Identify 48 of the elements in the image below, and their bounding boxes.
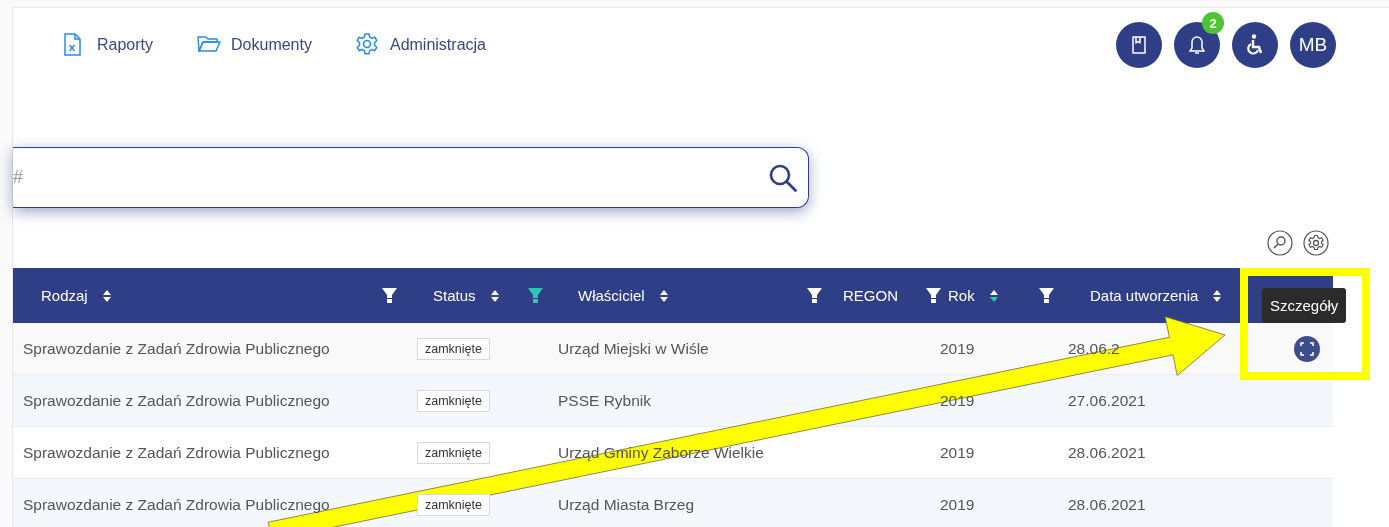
table-cell: Urząd Gminy Zaborze Wielkie xyxy=(558,443,764,462)
table-cell: 28.06.2 xyxy=(1068,339,1120,358)
table-cell: Sprawozdanie z Zadań Zdrowia Publicznego xyxy=(23,339,330,358)
nav-link[interactable]: Raporty xyxy=(97,36,154,54)
status-tag: zamknięte xyxy=(417,441,490,464)
table-cell: 28.06.2021 xyxy=(1068,443,1146,462)
column-header[interactable]: Rok xyxy=(948,287,975,304)
nav-link[interactable]: Administracja xyxy=(389,36,486,54)
nav-link[interactable]: Dokumenty xyxy=(231,36,312,54)
status-tag: zamknięte xyxy=(417,389,490,412)
book-icon xyxy=(1132,36,1146,54)
column-header[interactable]: Właściciel xyxy=(578,287,645,304)
bell-icon xyxy=(1189,35,1205,55)
column-header[interactable]: REGON xyxy=(843,287,898,304)
status-tag: zamknięte xyxy=(417,337,490,360)
filter-icon[interactable] xyxy=(926,287,941,304)
column-header[interactable]: Rodzaj xyxy=(41,287,88,304)
table-cell: 27.06.2021 xyxy=(1068,391,1146,410)
wheelchair-icon xyxy=(1246,34,1264,56)
table-cell: 2019 xyxy=(940,339,975,358)
table-cell: 2019 xyxy=(940,495,975,514)
expand-icon[interactable] xyxy=(1292,334,1321,363)
accessibility-button[interactable] xyxy=(1232,22,1278,68)
column-header[interactable]: Status xyxy=(433,287,476,304)
settings-icon[interactable] xyxy=(1303,230,1329,256)
search-field[interactable]: # xyxy=(13,147,809,208)
tooltip: Szczegóły xyxy=(1262,288,1347,323)
table-cell: PSSE Rybnik xyxy=(558,391,652,410)
book-button[interactable] xyxy=(1116,22,1162,68)
search-input[interactable]: # xyxy=(13,166,768,189)
filter-icon[interactable] xyxy=(807,287,822,304)
table-cell: Sprawozdanie z Zadań Zdrowia Publicznego xyxy=(23,443,330,462)
zoom-icon[interactable] xyxy=(1267,230,1293,256)
table-cell: Sprawozdanie z Zadań Zdrowia Publicznego xyxy=(23,495,330,514)
status-tag: zamknięte xyxy=(417,493,490,516)
filter-icon[interactable] xyxy=(527,287,543,304)
table-cell: Urząd Miasta Brzeg xyxy=(558,495,695,514)
table-cell: 2019 xyxy=(940,443,975,462)
filter-icon[interactable] xyxy=(1039,287,1054,304)
filter-icon[interactable] xyxy=(382,287,397,304)
table-cell: Sprawozdanie z Zadań Zdrowia Publicznego xyxy=(23,391,330,410)
avatar-button[interactable]: MB xyxy=(1290,22,1336,68)
settings-icon xyxy=(355,33,380,57)
table-cell: Urząd Miejski w Wiśle xyxy=(558,339,709,358)
column-header[interactable]: Data utworzenia xyxy=(1090,287,1199,304)
count-badge: 2 xyxy=(1202,12,1224,34)
table-cell: 28.06.2021 xyxy=(1068,495,1146,514)
search-icon[interactable] xyxy=(768,162,798,193)
